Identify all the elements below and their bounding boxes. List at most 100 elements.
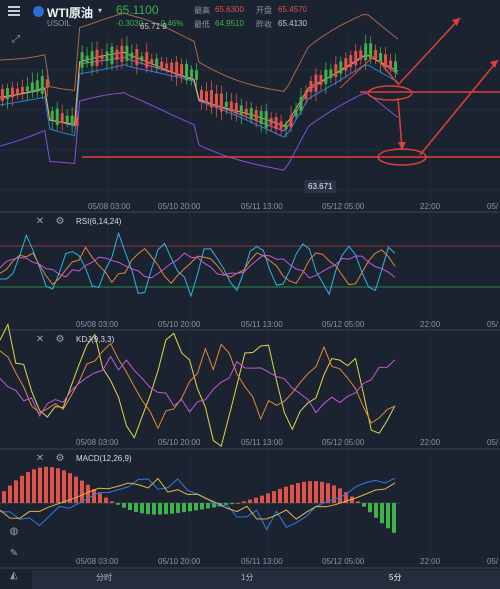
time-tick: 22:00 <box>420 438 441 447</box>
candle <box>374 49 378 59</box>
macd-histogram-bar <box>338 488 342 503</box>
time-tick: 05/ <box>487 557 499 566</box>
macd-histogram-bar <box>182 503 186 513</box>
candle <box>309 81 313 92</box>
close-rsi-icon[interactable]: ✕ <box>34 216 46 228</box>
candle <box>100 54 104 60</box>
candle <box>244 108 248 115</box>
macd-histogram-bar <box>374 503 378 518</box>
candle <box>30 82 34 93</box>
macd-histogram-bar <box>128 503 132 511</box>
settings-macd-icon[interactable]: ⚙ <box>54 453 66 465</box>
candle <box>379 53 383 62</box>
macd-histogram-bar <box>308 481 312 503</box>
settings-rsi-icon[interactable]: ⚙ <box>54 216 66 228</box>
projection-arrow <box>419 59 499 156</box>
time-tick: 05/10 20:00 <box>158 557 201 566</box>
candle <box>289 115 293 128</box>
rsi-title: RSI(6,14,24) <box>76 217 122 226</box>
candle <box>304 91 308 100</box>
candle <box>349 55 353 68</box>
candle <box>80 52 84 68</box>
pencil-icon[interactable]: ✎ <box>8 548 20 560</box>
candle <box>314 74 318 92</box>
candle <box>110 46 114 65</box>
candle <box>229 101 233 111</box>
macd-histogram-bar <box>86 484 90 503</box>
rsi-panel <box>0 231 500 298</box>
candle <box>40 76 44 94</box>
candle <box>249 108 253 120</box>
time-tick: 22:00 <box>420 320 441 329</box>
candle <box>259 110 263 125</box>
macd-histogram-bar <box>248 499 252 503</box>
time-tick: 05/ <box>487 320 499 329</box>
macd-histogram-bar <box>260 495 264 503</box>
macd-histogram-bar <box>44 466 48 503</box>
macd-histogram-bar <box>140 503 144 514</box>
macd-histogram-bar <box>200 503 204 510</box>
candle <box>299 96 303 112</box>
macd-histogram-bar <box>14 480 18 503</box>
drawing-tool-icon[interactable]: ⤢ <box>10 34 22 46</box>
candle <box>239 105 243 115</box>
candle <box>120 45 124 63</box>
macd-panel <box>0 466 400 533</box>
time-tick: 05/12 05:00 <box>322 202 365 211</box>
macd-histogram-bar <box>134 503 138 512</box>
macd-histogram-bar <box>32 469 36 503</box>
candle <box>264 111 268 128</box>
macd-histogram-bar <box>368 503 372 513</box>
macd-histogram-bar <box>362 503 366 507</box>
timeframe-tab-1min[interactable]: 1分 <box>241 572 253 583</box>
candle <box>190 69 194 78</box>
candle <box>185 63 189 81</box>
candle <box>180 64 184 78</box>
macd-title: MACD(12,26,9) <box>76 454 132 463</box>
macd-histogram-bar <box>272 491 276 503</box>
macd-histogram-bar <box>356 501 360 503</box>
macd-histogram-bar <box>302 481 306 503</box>
time-tick: 05/12 05:00 <box>322 320 365 329</box>
macd-histogram-bar <box>146 503 150 515</box>
macd-histogram-bar <box>206 503 210 509</box>
candle <box>319 75 323 85</box>
candle <box>65 115 69 123</box>
macd-histogram-bar <box>296 483 300 503</box>
timeframe-tab-intraday[interactable]: 分时 <box>96 572 112 583</box>
candle <box>204 91 208 103</box>
candle <box>224 101 228 107</box>
candle <box>294 109 298 117</box>
macd-histogram-bar <box>56 468 60 503</box>
macd-histogram-bar <box>230 503 234 505</box>
time-tick: 05/ <box>487 438 499 447</box>
macd-histogram-bar <box>320 481 324 503</box>
settings-kdj-icon[interactable]: ⚙ <box>54 334 66 346</box>
candle <box>389 60 393 67</box>
candle <box>140 56 144 61</box>
candle <box>334 64 338 77</box>
candle <box>75 117 79 127</box>
macd-histogram-bar <box>74 476 78 503</box>
candle <box>344 58 348 71</box>
close-kdj-icon[interactable]: ✕ <box>34 334 46 346</box>
chart-canvas[interactable] <box>0 0 500 589</box>
macd-histogram-bar <box>164 503 168 515</box>
macd-histogram-bar <box>2 491 6 503</box>
timeframe-tab-5min[interactable]: 5分 <box>389 572 401 583</box>
time-tick: 05/11 13:00 <box>241 557 283 566</box>
macd-histogram-bar <box>38 467 42 503</box>
candle <box>359 50 363 60</box>
candle <box>55 108 59 125</box>
time-tick: 05/11 13:00 <box>241 320 283 329</box>
time-tick: 05/08 03:00 <box>76 557 119 566</box>
close-macd-icon[interactable]: ✕ <box>34 453 46 465</box>
indicator-icon[interactable]: ◍ <box>8 526 20 538</box>
candle <box>170 62 174 73</box>
macd-histogram-bar <box>68 473 72 503</box>
macd-histogram-bar <box>176 503 180 513</box>
ruler-icon[interactable]: ◭ <box>8 570 20 582</box>
kdj-title: KDJ(9,3,3) <box>76 335 115 344</box>
macd-histogram-bar <box>20 475 24 503</box>
candle <box>135 49 139 66</box>
